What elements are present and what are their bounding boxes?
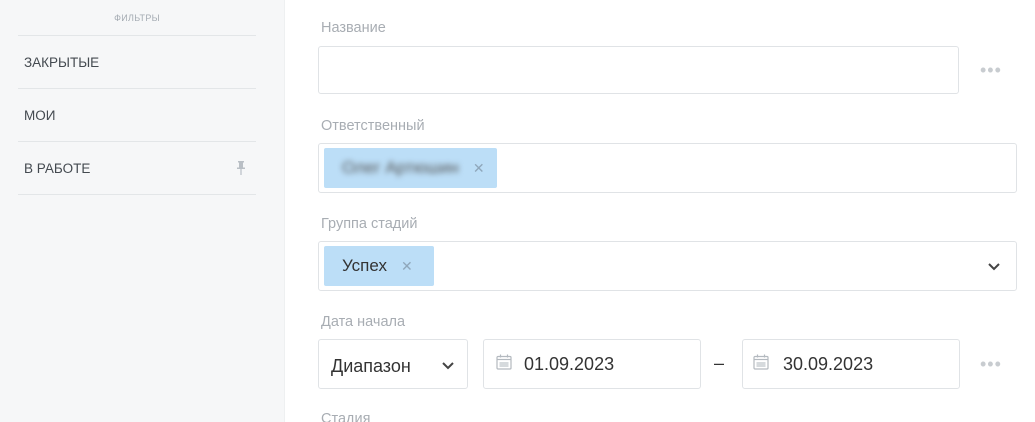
date-more-icon[interactable]: •••: [980, 355, 1002, 373]
calendar-icon: [753, 354, 769, 370]
responsible-label: Ответственный: [321, 118, 425, 134]
stage-group-label: Группа стадий: [321, 216, 418, 232]
filters-sidebar: ФИЛЬТРЫ ЗАКРЫТЫЕ МОИ В РАБОТЕ: [0, 0, 285, 422]
date-mode-select[interactable]: Диапазон: [318, 339, 468, 389]
chevron-down-icon[interactable]: [988, 263, 1000, 271]
date-to-value: 30.09.2023: [783, 354, 874, 374]
filter-item-label: МОИ: [24, 107, 56, 123]
date-from-value: 01.09.2023: [524, 354, 615, 374]
start-date-label: Дата начала: [321, 314, 406, 330]
date-range-separator: –: [714, 353, 725, 373]
date-mode-value: Диапазон: [331, 356, 411, 376]
date-to-input[interactable]: 30.09.2023: [742, 339, 960, 389]
stage-group-tag: Успех ✕: [324, 246, 434, 286]
filter-item-mine[interactable]: МОИ: [18, 89, 256, 142]
name-input[interactable]: [318, 46, 959, 94]
chevron-down-icon[interactable]: [442, 362, 454, 370]
pin-icon[interactable]: [236, 161, 246, 175]
responsible-field[interactable]: Олег Артюшин ✕: [318, 143, 1017, 193]
name-more-icon[interactable]: •••: [980, 61, 1002, 79]
filter-item-label: В РАБОТЕ: [24, 160, 91, 176]
stage-group-tag-label: Успех: [342, 256, 387, 275]
name-label: Название: [321, 20, 386, 36]
remove-tag-icon[interactable]: ✕: [401, 258, 425, 275]
filter-form: Название ••• Ответственный Олег Артюшин …: [286, 0, 1035, 422]
filter-item-closed[interactable]: ЗАКРЫТЫЕ: [18, 36, 256, 89]
responsible-tag: Олег Артюшин ✕: [324, 148, 497, 188]
filters-header: ФИЛЬТРЫ: [18, 0, 256, 36]
stage-label: Стадия: [321, 411, 371, 422]
stage-group-field[interactable]: Успех ✕: [318, 241, 1017, 291]
remove-tag-icon[interactable]: ✕: [473, 160, 497, 177]
responsible-tag-label: Олег Артюшин: [342, 158, 459, 177]
calendar-icon: [496, 354, 512, 370]
date-from-input[interactable]: 01.09.2023: [483, 339, 701, 389]
filter-item-label: ЗАКРЫТЫЕ: [24, 54, 100, 70]
filter-item-in-work[interactable]: В РАБОТЕ: [18, 142, 256, 195]
